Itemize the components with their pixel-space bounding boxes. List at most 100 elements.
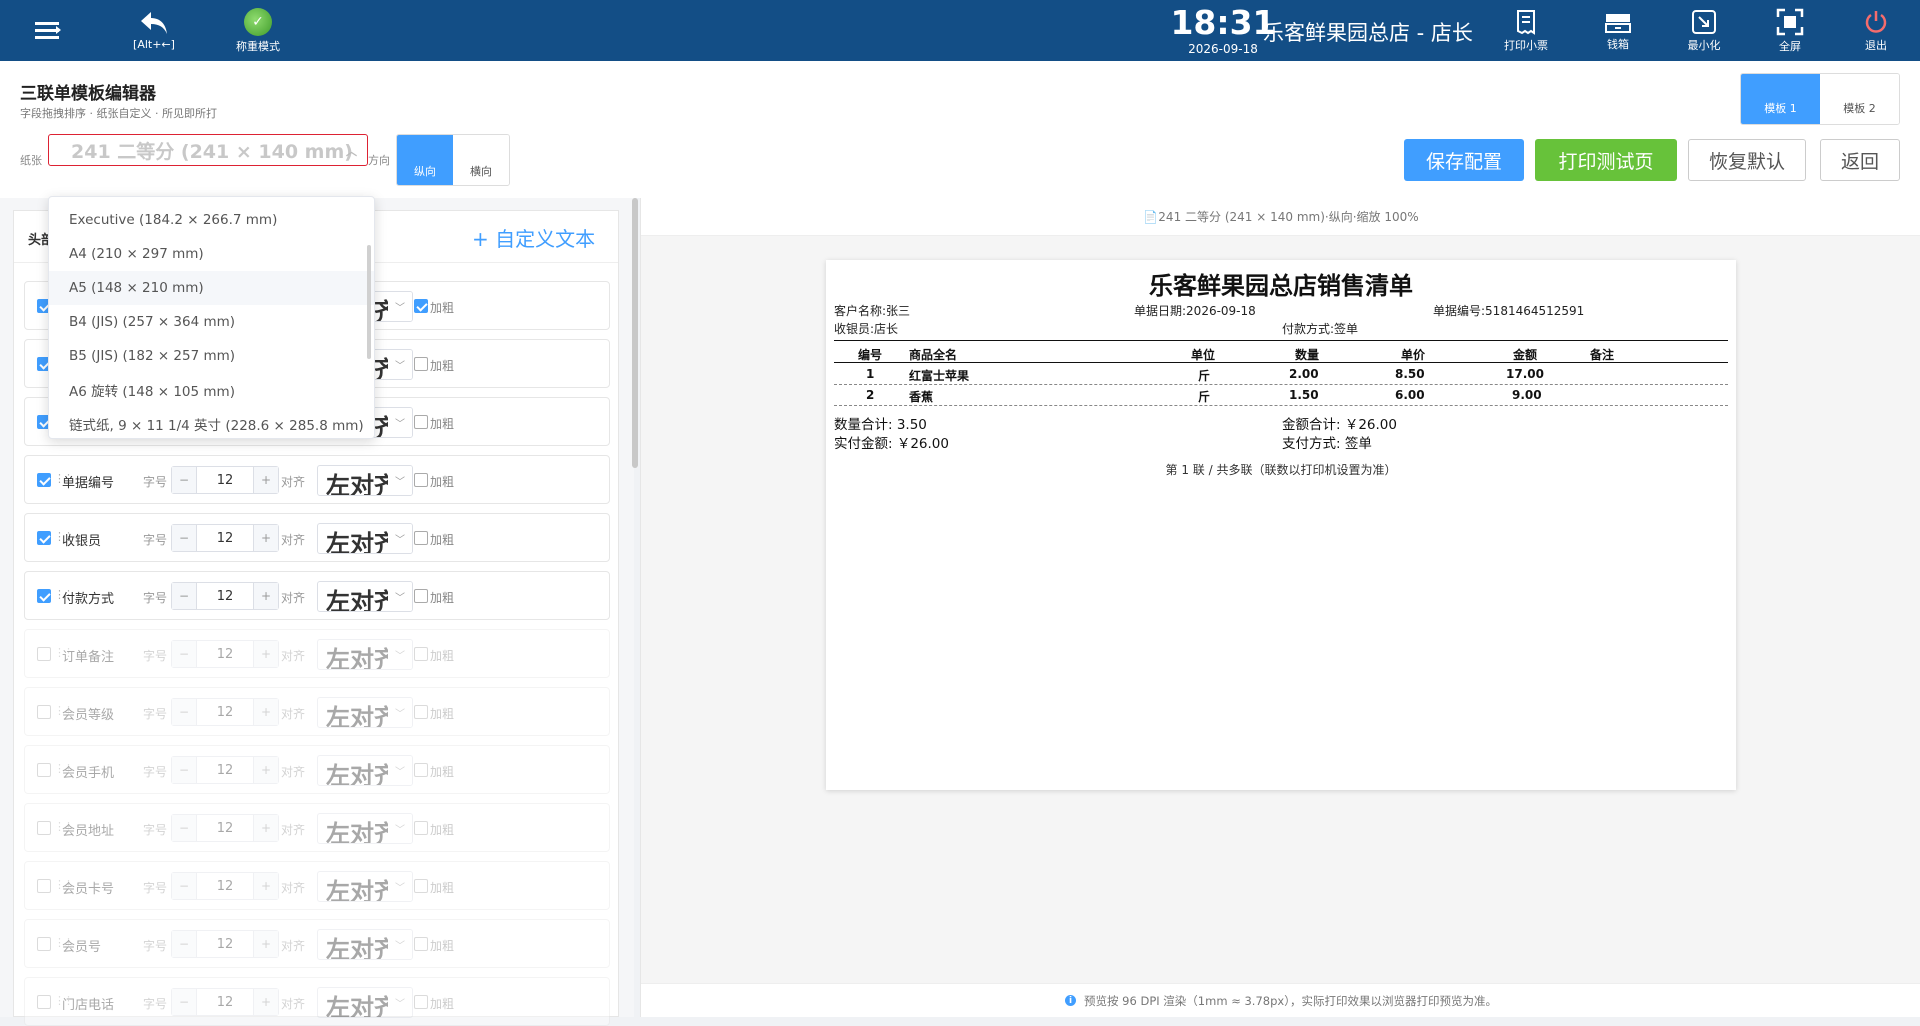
- tab-template-1[interactable]: 模板 1: [1741, 74, 1820, 124]
- field-row[interactable]: ⋮⋮ 会员手机 字号 −12 + 对齐 左对齐 ﹀ 加粗: [24, 745, 610, 794]
- field-enable-checkbox[interactable]: [37, 763, 51, 777]
- restore-default-button[interactable]: 恢复默认: [1688, 139, 1806, 181]
- increment-button[interactable]: +: [254, 989, 278, 1015]
- bold-checkbox[interactable]: [414, 705, 428, 719]
- field-enable-checkbox[interactable]: [37, 589, 51, 603]
- bold-checkbox[interactable]: [414, 937, 428, 951]
- bold-checkbox[interactable]: [414, 473, 428, 487]
- field-row[interactable]: ⋮⋮ 订单备注 字号 −12 + 对齐 左对齐 ﹀ 加粗: [24, 629, 610, 678]
- font-size-value[interactable]: 12: [196, 873, 254, 899]
- align-select[interactable]: 左对齐﹀: [317, 697, 413, 728]
- font-size-value[interactable]: 12: [196, 525, 254, 551]
- bold-checkbox[interactable]: [414, 299, 428, 313]
- bold-checkbox[interactable]: [414, 357, 428, 371]
- increment-button[interactable]: +: [254, 815, 278, 841]
- field-row[interactable]: ⋮⋮ 单据编号 字号 −12 + 对齐 左对齐 ﹀ 加粗: [24, 455, 610, 504]
- decrement-button[interactable]: −: [172, 641, 196, 667]
- align-select[interactable]: 左对齐﹀: [317, 987, 413, 1018]
- increment-button[interactable]: +: [254, 873, 278, 899]
- field-enable-checkbox[interactable]: [37, 821, 51, 835]
- decrement-button[interactable]: −: [172, 467, 196, 493]
- field-row[interactable]: ⋮⋮ 会员卡号 字号 −12 + 对齐 左对齐 ﹀ 加粗: [24, 861, 610, 910]
- left-scrollbar[interactable]: [632, 198, 638, 468]
- field-enable-checkbox[interactable]: [37, 647, 51, 661]
- align-select[interactable]: 左对齐﹀: [317, 523, 413, 554]
- add-custom-text-button[interactable]: + 自定义文本: [472, 223, 595, 252]
- field-row[interactable]: ⋮⋮ 付款方式 字号 −12 + 对齐 左对齐 ﹀ 加粗: [24, 571, 610, 620]
- fullscreen-button[interactable]: 全屏: [1757, 0, 1823, 61]
- paper-option[interactable]: B5 (JIS) (182 × 257 mm): [49, 339, 374, 373]
- decrement-button[interactable]: −: [172, 815, 196, 841]
- paper-option[interactable]: B4 (JIS) (257 × 364 mm): [49, 305, 374, 339]
- field-row[interactable]: ⋮⋮ 会员号 字号 −12 + 对齐 左对齐 ﹀ 加粗: [24, 919, 610, 968]
- decrement-button[interactable]: −: [172, 757, 196, 783]
- paper-option[interactable]: A5 (148 × 210 mm): [49, 271, 374, 305]
- bold-checkbox[interactable]: [414, 415, 428, 429]
- field-enable-checkbox[interactable]: [37, 995, 51, 1009]
- increment-button[interactable]: +: [254, 525, 278, 551]
- align-select[interactable]: 左对齐﹀: [317, 465, 413, 496]
- paper-option[interactable]: Executive (184.2 × 266.7 mm): [49, 203, 374, 237]
- direction-landscape-button[interactable]: 横向: [453, 135, 509, 185]
- font-size-value[interactable]: 12: [196, 989, 254, 1015]
- decrement-button[interactable]: −: [172, 583, 196, 609]
- menu-button[interactable]: [28, 0, 68, 61]
- field-row[interactable]: ⋮⋮ 门店电话 字号 −12 + 对齐 左对齐 ﹀ 加粗: [24, 977, 610, 1026]
- increment-button[interactable]: +: [254, 699, 278, 725]
- save-config-button[interactable]: 保存配置: [1404, 139, 1524, 181]
- print-test-button[interactable]: 打印测试页: [1535, 139, 1677, 181]
- font-size-value[interactable]: 12: [196, 699, 254, 725]
- paper-select[interactable]: 241 二等分 (241 × 140 mm) ︿: [48, 134, 368, 166]
- cash-drawer-button[interactable]: 钱箱: [1585, 0, 1651, 61]
- align-select[interactable]: 左对齐﹀: [317, 929, 413, 960]
- align-select[interactable]: 左对齐﹀: [317, 581, 413, 612]
- field-row[interactable]: ⋮⋮ 收银员 字号 −12 + 对齐 左对齐 ﹀ 加粗: [24, 513, 610, 562]
- paper-option[interactable]: A4 (210 × 297 mm): [49, 237, 374, 271]
- dropdown-scrollbar[interactable]: [367, 245, 371, 359]
- bold-checkbox[interactable]: [414, 821, 428, 835]
- increment-button[interactable]: +: [254, 757, 278, 783]
- decrement-button[interactable]: −: [172, 989, 196, 1015]
- field-row[interactable]: ⋮⋮ 会员等级 字号 −12 + 对齐 左对齐 ﹀ 加粗: [24, 687, 610, 736]
- bold-checkbox[interactable]: [414, 531, 428, 545]
- field-row[interactable]: ⋮⋮ 会员地址 字号 −12 + 对齐 左对齐 ﹀ 加粗: [24, 803, 610, 852]
- paper-option[interactable]: 链式纸, 9 × 11 1/4 英寸 (228.6 × 285.8 mm): [49, 407, 374, 438]
- decrement-button[interactable]: −: [172, 699, 196, 725]
- print-receipt-button[interactable]: 打印小票: [1493, 0, 1559, 61]
- bold-checkbox[interactable]: [414, 763, 428, 777]
- field-enable-checkbox[interactable]: [37, 879, 51, 893]
- font-size-value[interactable]: 12: [196, 467, 254, 493]
- decrement-button[interactable]: −: [172, 525, 196, 551]
- increment-button[interactable]: +: [254, 583, 278, 609]
- bold-checkbox[interactable]: [414, 879, 428, 893]
- align-select[interactable]: 左对齐﹀: [317, 871, 413, 902]
- back-button[interactable]: [Alt+←]: [126, 0, 182, 61]
- decrement-button[interactable]: −: [172, 931, 196, 957]
- paper-option[interactable]: A6 旋转 (148 × 105 mm): [49, 373, 374, 407]
- decrement-button[interactable]: −: [172, 873, 196, 899]
- font-size-value[interactable]: 12: [196, 815, 254, 841]
- tab-template-2[interactable]: 模板 2: [1820, 74, 1899, 124]
- exit-button[interactable]: 退出: [1843, 0, 1909, 61]
- increment-button[interactable]: +: [254, 467, 278, 493]
- align-select[interactable]: 左对齐﹀: [317, 813, 413, 844]
- align-select[interactable]: 左对齐﹀: [317, 755, 413, 786]
- font-size-value[interactable]: 12: [196, 583, 254, 609]
- font-size-value[interactable]: 12: [196, 757, 254, 783]
- field-enable-checkbox[interactable]: [37, 705, 51, 719]
- font-size-value[interactable]: 12: [196, 931, 254, 957]
- increment-button[interactable]: +: [254, 931, 278, 957]
- bold-checkbox[interactable]: [414, 647, 428, 661]
- minimize-button[interactable]: 最小化: [1671, 0, 1737, 61]
- direction-portrait-button[interactable]: 纵向: [397, 135, 453, 185]
- field-enable-checkbox[interactable]: [37, 473, 51, 487]
- bold-checkbox[interactable]: [414, 589, 428, 603]
- increment-button[interactable]: +: [254, 641, 278, 667]
- font-size-value[interactable]: 12: [196, 641, 254, 667]
- return-button[interactable]: 返回: [1820, 139, 1900, 181]
- field-enable-checkbox[interactable]: [37, 531, 51, 545]
- scale-mode-button[interactable]: ✓ 称重模式: [228, 0, 288, 61]
- align-select[interactable]: 左对齐﹀: [317, 639, 413, 670]
- bold-checkbox[interactable]: [414, 995, 428, 1009]
- field-enable-checkbox[interactable]: [37, 937, 51, 951]
